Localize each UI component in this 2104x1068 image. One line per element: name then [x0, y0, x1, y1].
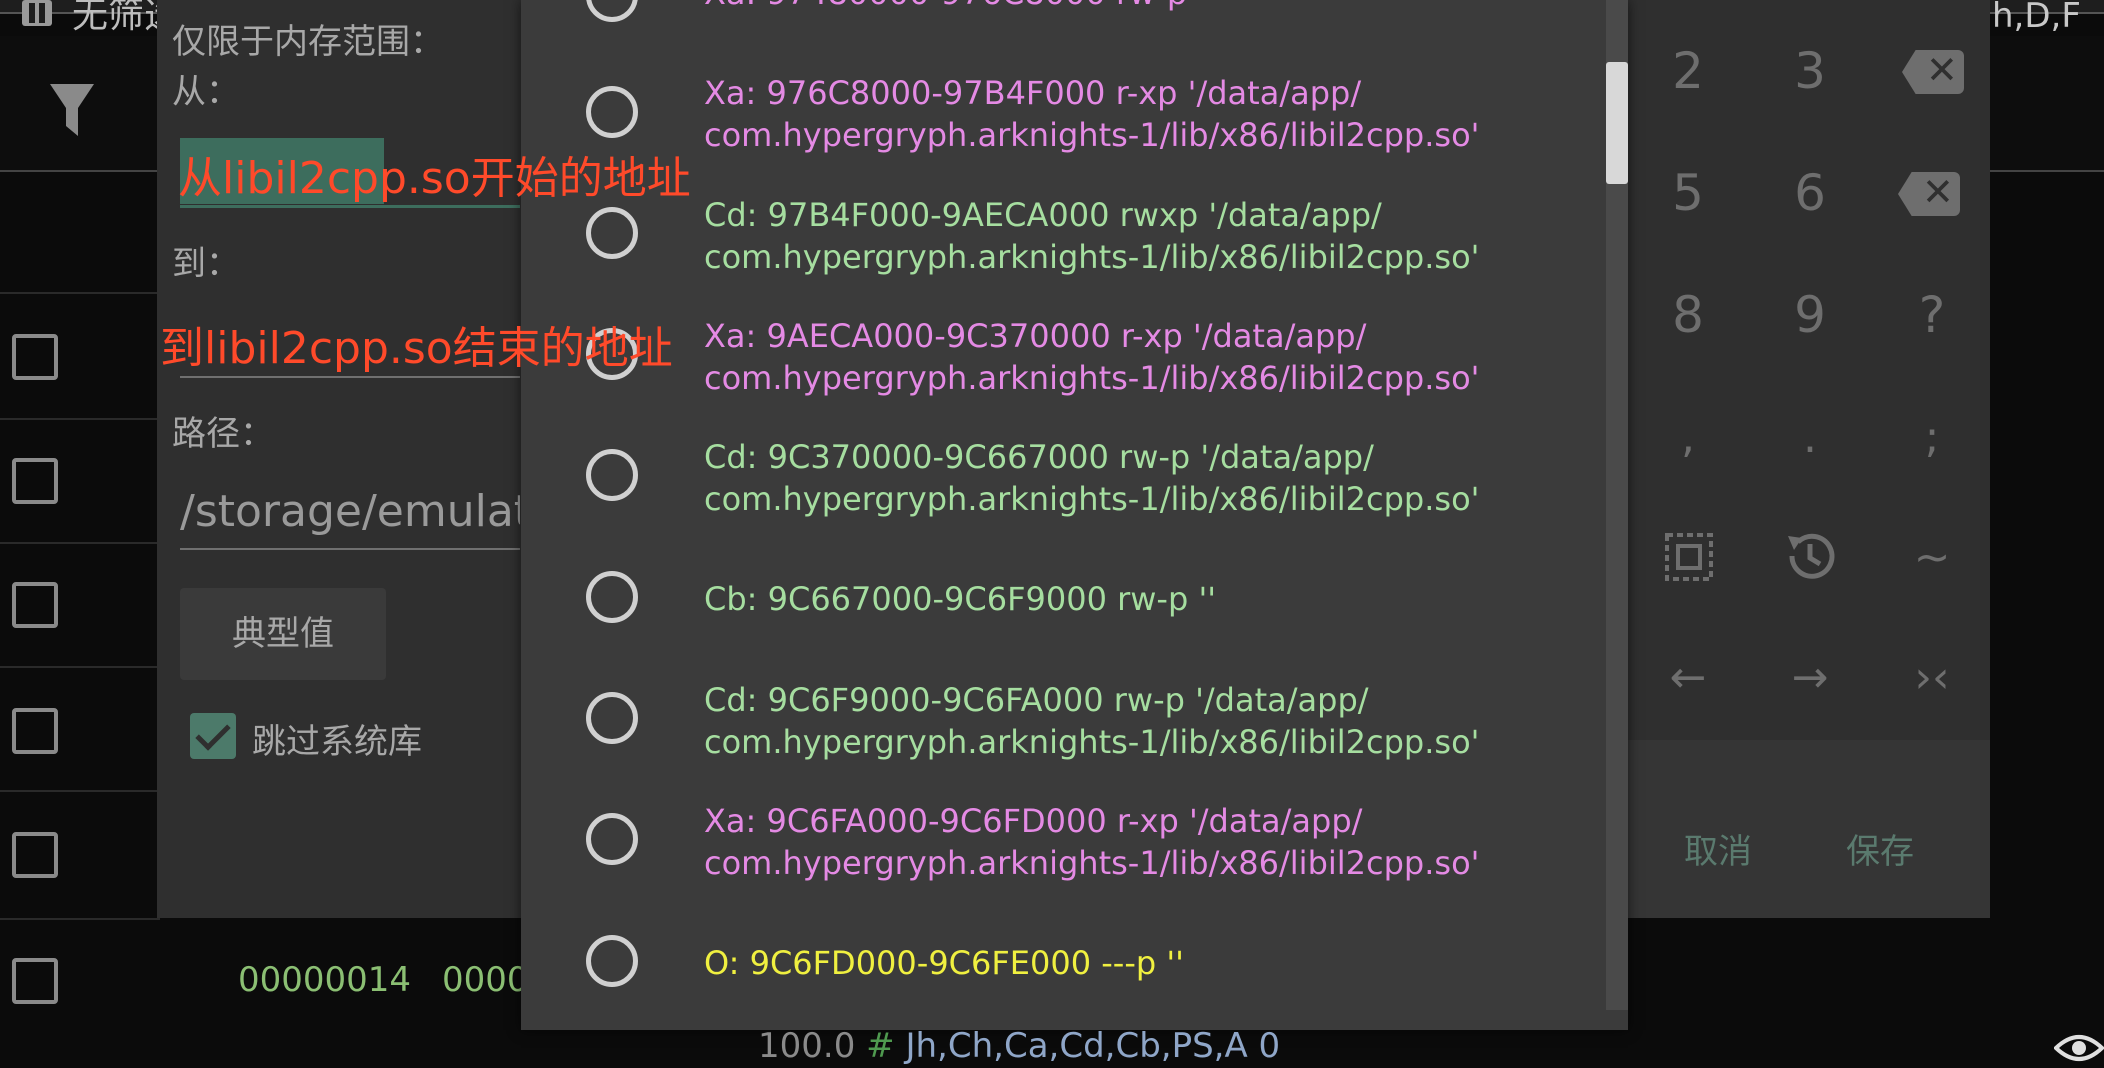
row-checkbox[interactable] — [12, 708, 58, 754]
region-item-path[interactable]: com.hypergryph.arknights-1/lib/x86/libil… — [704, 357, 1479, 399]
region-item-label[interactable]: Xa: 97480000-976C8000 rw-p '' — [704, 0, 1215, 14]
key-semicolon[interactable]: ; — [1892, 412, 1972, 463]
row-checkbox[interactable] — [12, 334, 58, 380]
region-radio[interactable] — [586, 571, 638, 623]
key-9[interactable]: 9 — [1770, 286, 1850, 344]
typical-values-button[interactable]: 典型值 — [180, 588, 386, 680]
dialog-footer — [1628, 740, 1990, 918]
row-divider — [0, 918, 160, 920]
scrollbar-thumb[interactable] — [1606, 62, 1628, 184]
row-checkbox[interactable] — [12, 582, 58, 628]
region-item-label[interactable]: Xa: 976C8000-97B4F000 r-xp '/data/app/ — [704, 72, 1361, 114]
region-item-path[interactable]: com.hypergryph.arknights-1/lib/x86/libil… — [704, 721, 1479, 763]
row-divider — [0, 666, 160, 668]
region-item-label[interactable]: Cd: 97B4F000-9AECA000 rwxp '/data/app/ — [704, 194, 1382, 236]
pause-icon[interactable] — [22, 0, 52, 26]
bottom-status-bar: 100.0 # Jh,Ch,Ca,Cd,Cb,PS,A 0 — [758, 1026, 1280, 1066]
region-radio[interactable] — [586, 449, 638, 501]
region-item-path[interactable]: com.hypergryph.arknights-1/lib/x86/libil… — [704, 478, 1479, 520]
row-divider — [0, 418, 160, 420]
key-8[interactable]: 8 — [1648, 286, 1728, 344]
skip-system-libs-label: 跳过系统库 — [252, 722, 422, 762]
region-radio[interactable] — [586, 86, 638, 138]
right-panel — [1990, 172, 2104, 1068]
row-checkbox[interactable] — [12, 832, 58, 878]
status-value: 100.0 — [758, 1026, 856, 1066]
select-all-icon[interactable] — [1664, 532, 1714, 582]
key-dot[interactable]: . — [1770, 412, 1850, 463]
status-hash: # — [866, 1026, 895, 1066]
cancel-button[interactable]: 取消 — [1684, 824, 1752, 873]
key-6[interactable]: 6 — [1770, 164, 1850, 222]
region-item-label[interactable]: Cb: 9C667000-9C6F9000 rw-p '' — [704, 578, 1216, 620]
region-item-label[interactable]: Cd: 9C370000-9C667000 rw-p '/data/app/ — [704, 436, 1374, 478]
result-address: 00000014 — [238, 960, 412, 1000]
region-item-path[interactable]: com.hypergryph.arknights-1/lib/x86/libil… — [704, 114, 1479, 156]
row-checkbox[interactable] — [12, 958, 58, 1004]
region-radio[interactable] — [586, 813, 638, 865]
key-5[interactable]: 5 — [1648, 164, 1728, 222]
row-checkbox[interactable] — [12, 458, 58, 504]
region-radio[interactable] — [586, 692, 638, 744]
key-tilde[interactable]: ~ — [1892, 532, 1972, 583]
region-radio[interactable] — [586, 207, 638, 259]
annotation-to-note: 到libil2cpp.so结束的地址 — [160, 323, 673, 374]
status-types: Jh,Ch,Ca,Cd,Cb,PS,A 0 — [905, 1026, 1281, 1066]
region-item-path[interactable]: com.hypergryph.arknights-1/lib/x86/libil… — [704, 236, 1479, 278]
region-item-label[interactable]: Xa: 9C6FA000-9C6FD000 r-xp '/data/app/ — [704, 800, 1362, 842]
from-label: 从： — [172, 72, 240, 112]
skip-system-libs-checkbox[interactable] — [190, 713, 236, 759]
dialog-title: 仅限于内存范围： — [172, 22, 444, 62]
eye-icon[interactable] — [2054, 1030, 2104, 1066]
row-divider — [0, 790, 160, 792]
collapse-key[interactable]: ›‹ — [1892, 652, 1972, 703]
region-item-label[interactable]: Cd: 9C6F9000-9C6FA000 rw-p '/data/app/ — [704, 679, 1369, 721]
row-divider — [0, 292, 160, 294]
key-question[interactable]: ? — [1892, 286, 1972, 344]
key-comma[interactable]: , — [1648, 412, 1728, 463]
region-item-label[interactable]: O: 9C6FD000-9C6FE000 ---p '' — [704, 942, 1184, 984]
key-2[interactable]: 2 — [1648, 42, 1728, 100]
annotation-from-note: 从libil2cpp.so开始的地址 — [178, 153, 691, 204]
result-value: 0000 — [442, 960, 529, 1000]
history-icon[interactable] — [1782, 528, 1838, 584]
region-item-path[interactable]: com.hypergryph.arknights-1/lib/x86/libil… — [704, 842, 1479, 884]
region-radio[interactable] — [586, 935, 638, 987]
row-divider — [0, 542, 160, 544]
path-label: 路径： — [172, 414, 274, 454]
arrow-left-key[interactable]: ← — [1648, 652, 1728, 703]
key-3[interactable]: 3 — [1770, 42, 1850, 100]
path-field-value: /storage/emulated — [180, 486, 520, 537]
arrow-right-key[interactable]: → — [1770, 652, 1850, 703]
to-label: 到： — [172, 244, 240, 284]
type-filter-prefix: h,D,F — [1992, 0, 2081, 36]
region-item-label[interactable]: Xa: 9AECA000-9C370000 r-xp '/data/app/ — [704, 315, 1366, 357]
save-button[interactable]: 保存 — [1846, 824, 1914, 873]
filter-icon[interactable] — [48, 82, 96, 138]
